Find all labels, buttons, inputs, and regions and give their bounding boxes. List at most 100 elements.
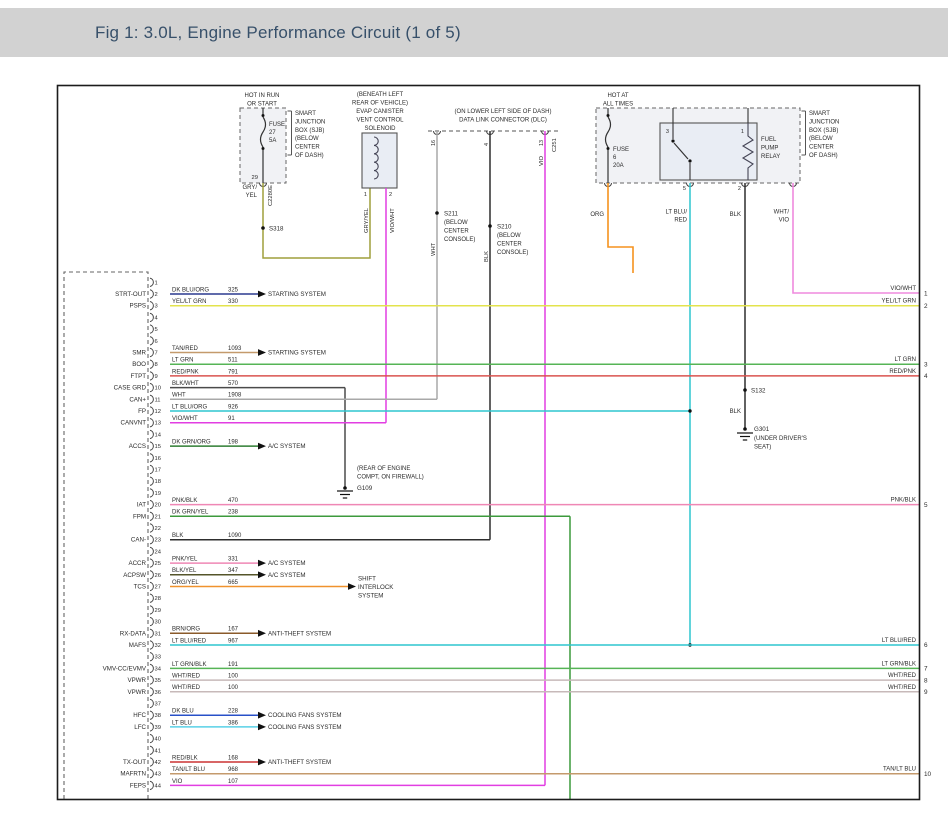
pcm-pin-label: VPWR (127, 677, 146, 684)
wire-gauge: 198 (228, 440, 239, 446)
pin-number: 36 (155, 690, 161, 696)
system-reference: A/C SYSTEM (268, 560, 305, 567)
sjb-left-label: (BELOW (295, 136, 319, 142)
wiring-diagram: HOT IN RUNOR STARTFUSE275ASMARTJUNCTIONB… (0, 0, 948, 823)
evap-solenoid-box (362, 133, 397, 188)
pin-bracket (150, 781, 153, 789)
edge-wire-label: LT BLU/RED (882, 638, 917, 644)
pin-bracket (150, 512, 153, 520)
wire-gauge: 91 (228, 416, 235, 422)
pin-number: 41 (155, 748, 161, 754)
edge-number: 1 (924, 291, 928, 298)
edge-number: 9 (924, 689, 928, 696)
arrow-head (258, 630, 266, 637)
fuse-6-label: 20A (613, 163, 624, 169)
connector-c251-label: C251 (552, 138, 558, 152)
sjb-right-label: JUNCTION (809, 119, 839, 125)
dlc-blk-label: BLK (484, 251, 490, 262)
wire-gauge: 167 (228, 627, 239, 633)
pcm-pin-label: VMV-CC/EVMV (103, 665, 147, 672)
lt-blu-red-wire-label: RED (674, 218, 687, 224)
splice-s132-label: S132 (751, 388, 766, 395)
pin-number: 21 (155, 514, 161, 520)
pcm-pin-label: MAFRTN (120, 771, 146, 778)
fuse-27-terminal (262, 114, 265, 117)
pcm-pin-label: SMR (132, 350, 146, 357)
sjb-left-label: CENTER (295, 145, 320, 151)
wire-name: VIO/WHT (172, 416, 198, 422)
wire-name: BLK/YEL (172, 568, 197, 574)
edge-wire-label: WHT/RED (888, 673, 917, 679)
pcm-pin-label: FEPS (130, 782, 146, 789)
pin-bracket (150, 325, 153, 333)
pin-bracket (150, 454, 153, 462)
wire-gauge: 107 (228, 779, 239, 785)
pin-bracket (150, 395, 153, 403)
arrow-head (258, 571, 266, 578)
pin-number: 13 (155, 421, 161, 427)
wire-name: BLK (172, 533, 183, 539)
wire-gauge: 570 (228, 381, 239, 387)
pin-number: 10 (155, 386, 161, 392)
wire-name: WHT/RED (172, 674, 201, 680)
wire-name: DK BLU (172, 709, 194, 715)
pin-bracket (150, 419, 153, 427)
pin-number: 24 (155, 549, 162, 555)
pin-number: 25 (155, 561, 161, 567)
sjb-left-label: OF DASH) (295, 153, 324, 159)
junction-dot (688, 409, 691, 412)
system-reference: SYSTEM (358, 592, 383, 599)
pin-number: 38 (155, 713, 161, 719)
wire-gauge: 1908 (228, 393, 242, 399)
dlc-vio-label: VIO (539, 156, 545, 166)
fuse-27-terminal (262, 147, 265, 150)
fuse-6-terminal (607, 114, 610, 117)
pin-number: 12 (155, 409, 161, 415)
dlc-heading: DATA LINK CONNECTOR (DLC) (459, 118, 547, 124)
pcm-pin-label: FPM (133, 513, 146, 520)
edge-number: 4 (924, 373, 928, 380)
wire-name: BRN/ORG (172, 627, 200, 633)
sjb-left-label: SMART (295, 111, 316, 117)
pin-bracket (150, 302, 153, 310)
fuse-6-label: FUSE (613, 147, 629, 153)
pin-number: 33 (155, 655, 161, 661)
pcm-pin-label: FP (138, 408, 146, 415)
relay-contact (688, 159, 691, 162)
relay-pin-5: 5 (683, 186, 686, 192)
sjb-right-label: SMART (809, 111, 830, 117)
pcm-pin-label: CAN- (131, 537, 146, 544)
pin-number: 35 (155, 678, 161, 684)
wire-gauge: 967 (228, 638, 239, 644)
arrow-head (258, 443, 266, 450)
pin-bracket (150, 746, 153, 754)
evap-gry-yel-label: GRY/YEL (364, 207, 370, 233)
pin-bracket (150, 372, 153, 380)
splice-s210-label: S210 (497, 224, 512, 231)
edge-wire-label: RED/PNK (889, 369, 916, 375)
pin-bracket (150, 407, 153, 415)
sjb-left-label: JUNCTION (295, 119, 325, 125)
fuse-27-label: FUSE (269, 122, 285, 128)
arrow-head (258, 560, 266, 567)
wire-wht-vio (793, 183, 920, 293)
wire-gauge: 511 (228, 358, 238, 364)
pin-bracket (150, 723, 153, 731)
pin-bracket (150, 536, 153, 544)
pin-number: 26 (155, 573, 161, 579)
pin-bracket (150, 617, 153, 625)
wire-gauge: 347 (228, 568, 239, 574)
arrow-head (258, 291, 266, 298)
pcm-pin-label: HFC (133, 712, 146, 719)
sjb-right-label: OF DASH) (809, 153, 838, 159)
fuel-pump-relay-label: PUMP (761, 145, 778, 151)
wire-name: WHT/RED (172, 685, 201, 691)
wire-gauge: 228 (228, 709, 239, 715)
pin-bracket (150, 547, 153, 555)
pin-bracket (150, 477, 153, 485)
wire-name: DK BLU/ORG (172, 287, 209, 293)
org-wire-label: ORG (590, 212, 604, 218)
pcm-pin-label: ACPSW (123, 572, 146, 579)
arrow-head (258, 759, 266, 766)
pin-number: 19 (155, 491, 161, 497)
